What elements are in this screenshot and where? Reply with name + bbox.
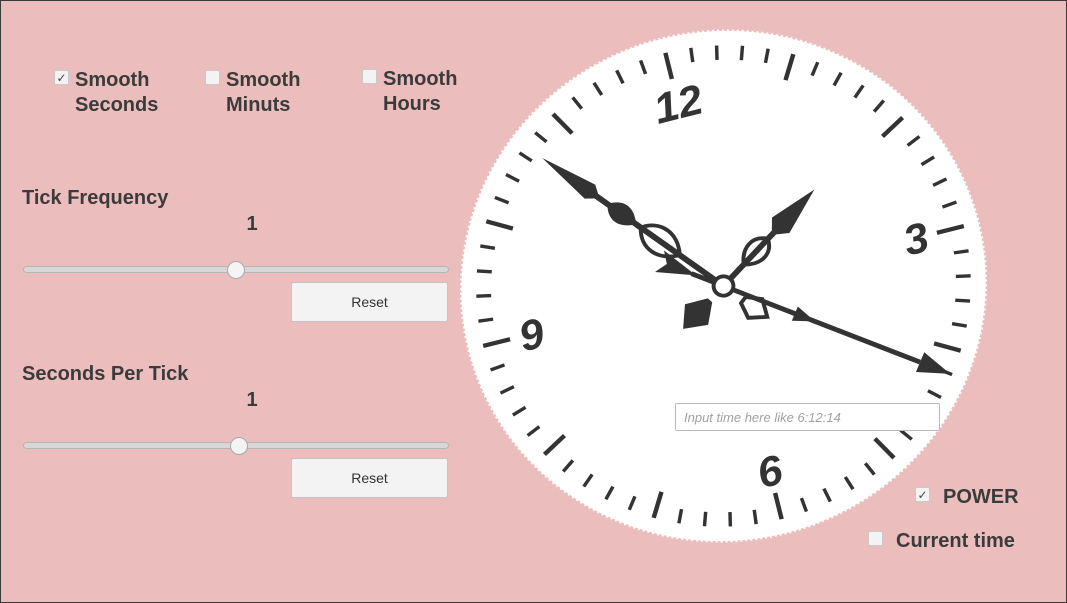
minute-tick [739, 45, 745, 61]
power-checkbox-box[interactable]: ✓ [915, 487, 930, 502]
seconds-per-tick-value: 1 [246, 389, 258, 411]
current-time-checkbox-box[interactable] [868, 531, 883, 546]
time-input[interactable] [675, 403, 940, 431]
minute-tick [702, 511, 708, 527]
analog-clock: 12 3 6 9 [459, 29, 988, 543]
seconds-per-tick-slider[interactable] [23, 437, 449, 455]
minute-tick [953, 249, 969, 255]
minute-tick [951, 322, 968, 328]
smooth-minutes-checkbox[interactable]: Smooth Minuts [205, 68, 300, 118]
power-checkbox[interactable]: ✓ POWER [915, 485, 1019, 510]
smooth-seconds-label: Smooth Seconds [75, 69, 159, 116]
smooth-hours-label: Smooth Hours [383, 68, 458, 115]
current-time-checkbox[interactable]: Current time [868, 529, 1015, 554]
minute-tick [478, 317, 494, 323]
checkmark-icon: ✓ [917, 487, 928, 502]
tick-frequency-value: 1 [246, 213, 258, 235]
smooth-seconds-checkbox[interactable]: ✓ Smooth Seconds [54, 68, 158, 118]
checkmark-icon: ✓ [56, 70, 67, 85]
clock-app-window: ✓ Smooth Seconds Smooth Minuts Smooth Ho… [0, 0, 1067, 603]
smooth-hours-checkbox-box[interactable] [362, 69, 377, 84]
smooth-minutes-checkbox-box[interactable] [205, 70, 220, 85]
slider-thumb[interactable] [229, 437, 248, 455]
minute-tick [479, 244, 496, 250]
tick-frequency-reset-button[interactable]: Reset [291, 282, 448, 322]
power-label: POWER [943, 486, 1019, 508]
smooth-hours-checkbox[interactable]: Smooth Hours [362, 67, 457, 117]
tick-frequency-slider[interactable] [23, 261, 449, 279]
current-time-label: Current time [896, 530, 1015, 552]
smooth-seconds-checkbox-box[interactable]: ✓ [54, 70, 69, 85]
seconds-per-tick-reset-button[interactable]: Reset [291, 458, 448, 498]
minute-tick [955, 298, 971, 303]
minute-tick [476, 269, 492, 274]
minute-tick [689, 47, 695, 63]
minute-tick [752, 509, 758, 525]
minute-tick [955, 274, 971, 279]
slider-thumb[interactable] [227, 261, 245, 279]
smooth-minutes-label: Smooth Minuts [226, 69, 301, 116]
minute-tick [476, 293, 492, 298]
seconds-per-tick-title: Seconds Per Tick [22, 363, 189, 385]
tick-frequency-title: Tick Frequency [22, 187, 169, 209]
